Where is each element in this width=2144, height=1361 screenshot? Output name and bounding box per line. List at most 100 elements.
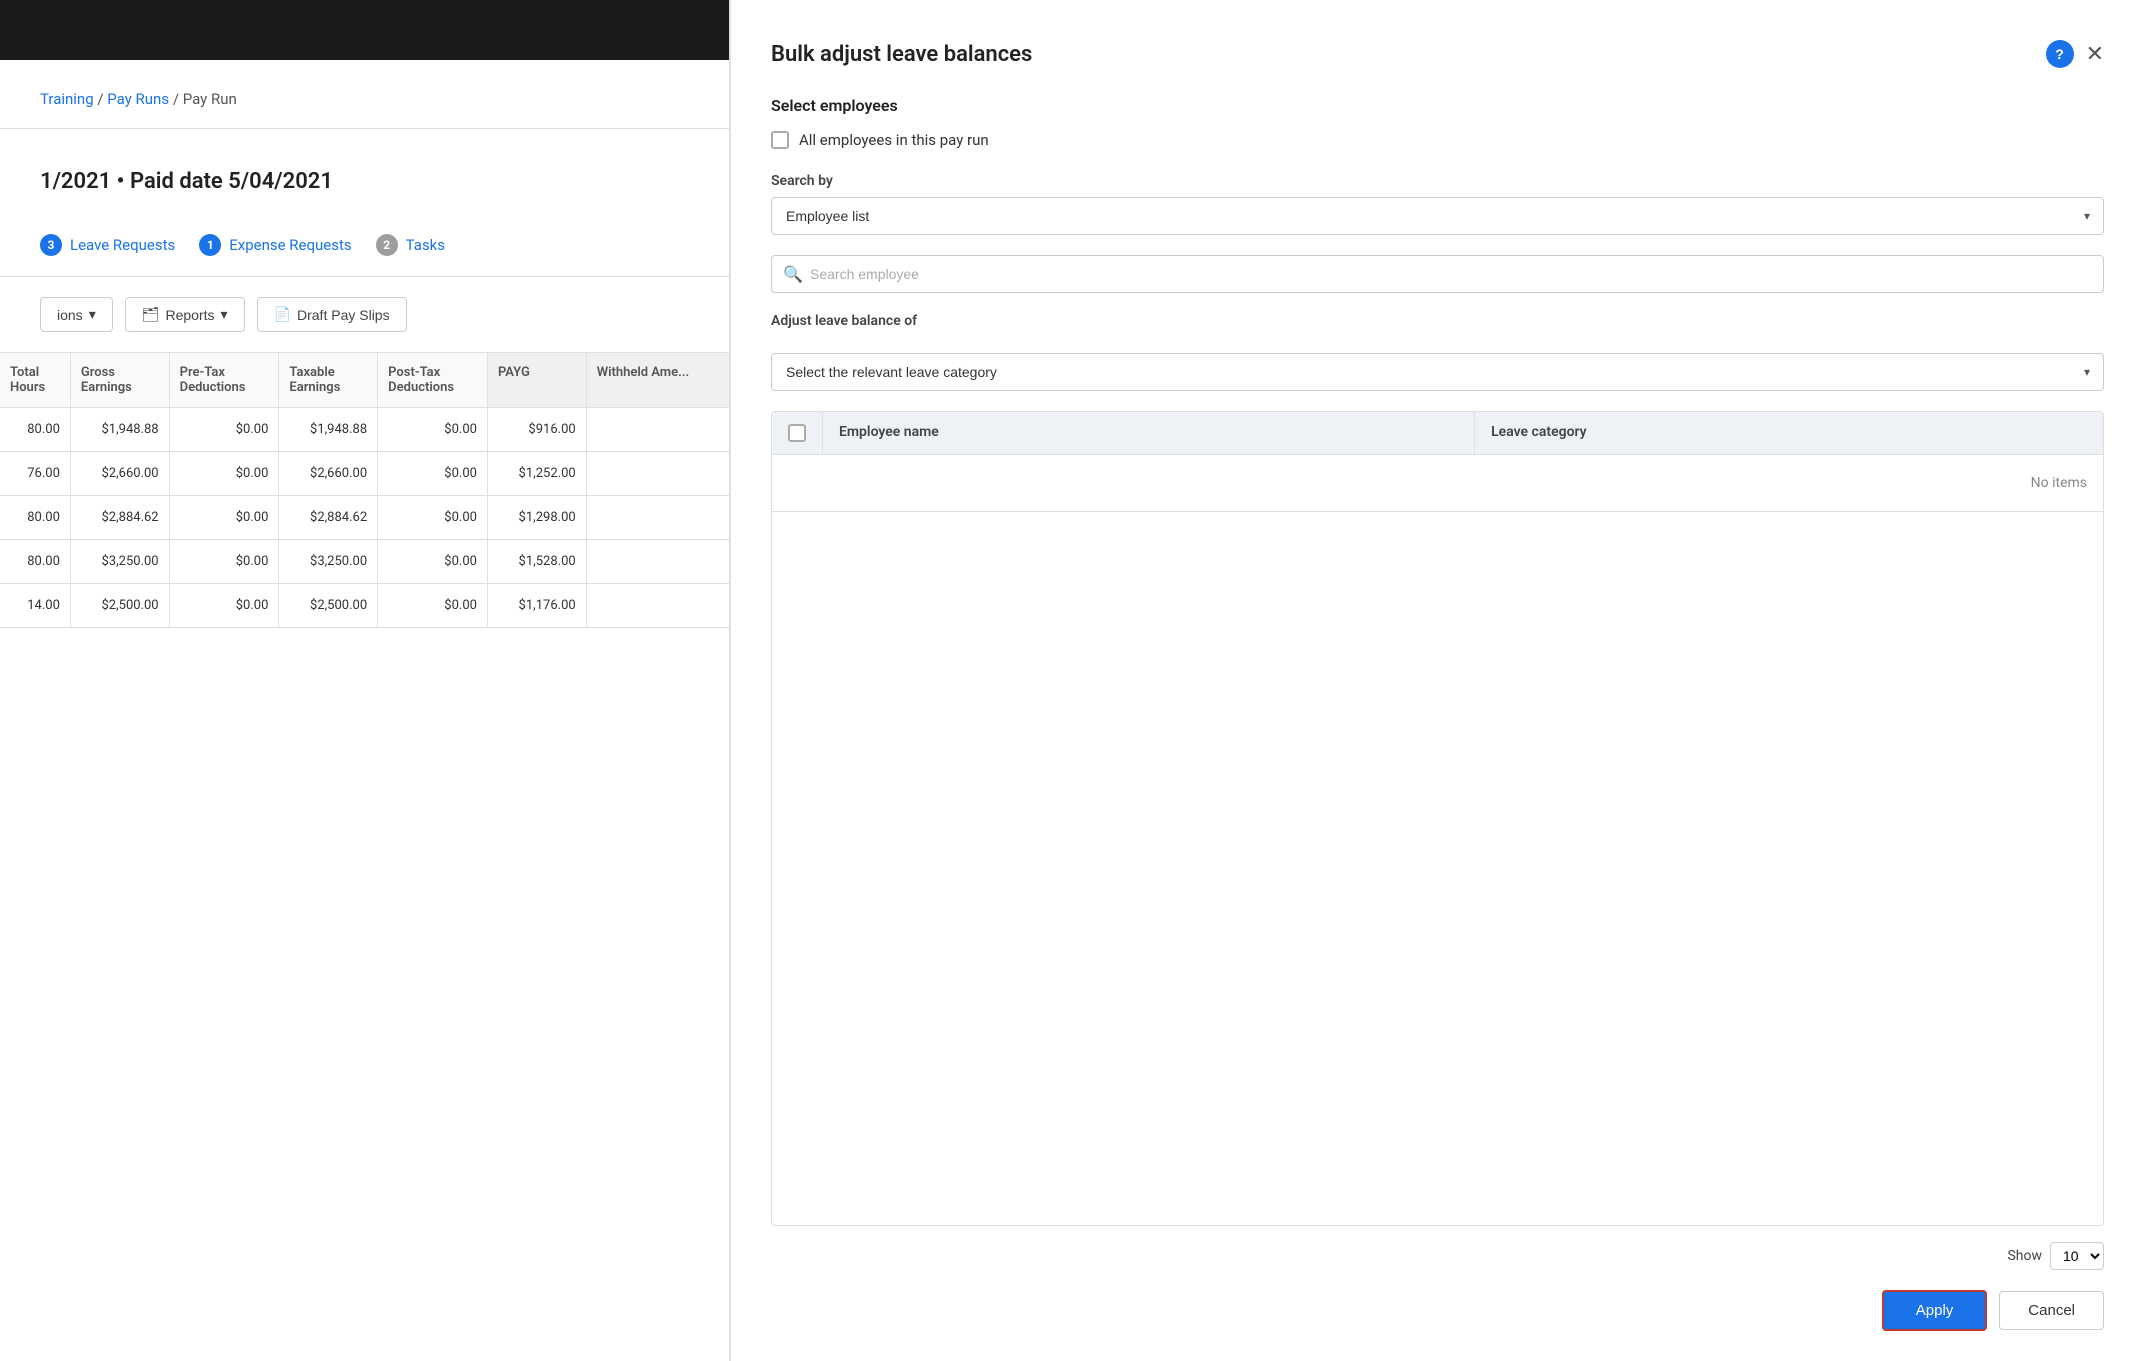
tabs-row: 3 Leave Requests 1 Expense Requests 2 Ta… bbox=[0, 214, 729, 276]
table-cell: $0.00 bbox=[169, 452, 279, 496]
table-cell: $3,250.00 bbox=[279, 540, 378, 584]
table-cell: 80.00 bbox=[0, 408, 70, 452]
pagination-select[interactable]: 102550 bbox=[2050, 1242, 2104, 1270]
table-cell bbox=[586, 452, 729, 496]
th-gross-earnings: GrossEarnings bbox=[70, 353, 169, 408]
tab-badge-leave: 3 bbox=[40, 234, 62, 256]
help-button[interactable]: ? bbox=[2046, 40, 2074, 68]
search-by-label: Search by bbox=[771, 173, 2104, 189]
search-by-select-wrapper: Employee listLocationTeam ▾ bbox=[771, 197, 2104, 235]
ions-chevron-icon: ▾ bbox=[89, 306, 96, 323]
table-cell: $3,250.00 bbox=[70, 540, 169, 584]
tab-badge-expense: 1 bbox=[199, 234, 221, 256]
select-all-checkbox[interactable] bbox=[788, 424, 806, 442]
table-cell: $2,660.00 bbox=[279, 452, 378, 496]
th-select-all bbox=[772, 412, 823, 455]
table-cell: $2,884.62 bbox=[279, 496, 378, 540]
all-employees-label: All employees in this pay run bbox=[799, 131, 989, 149]
draft-pay-slips-icon: 📄 bbox=[274, 306, 291, 323]
table-row: 80.00$1,948.88$0.00$1,948.88$0.00$916.00 bbox=[0, 408, 729, 452]
table-cell: $0.00 bbox=[378, 584, 488, 628]
leave-category-select-wrapper: Select the relevant leave category Annua… bbox=[771, 353, 2104, 391]
no-items-cell: No items bbox=[772, 455, 2103, 512]
table-cell: $2,884.62 bbox=[70, 496, 169, 540]
no-items-row: No items bbox=[772, 455, 2103, 512]
table-cell: $0.00 bbox=[378, 452, 488, 496]
ions-button[interactable]: ions ▾ bbox=[40, 297, 113, 332]
table-cell: $0.00 bbox=[169, 408, 279, 452]
tab-label-tasks: Tasks bbox=[406, 236, 445, 254]
close-button[interactable]: ✕ bbox=[2086, 43, 2104, 65]
table-cell: $1,252.00 bbox=[487, 452, 586, 496]
table-cell: $916.00 bbox=[487, 408, 586, 452]
modal-header-actions: ? ✕ bbox=[2046, 40, 2104, 68]
tab-label-expense: Expense Requests bbox=[229, 236, 351, 254]
bulk-adjust-modal: Bulk adjust leave balances ? ✕ Select em… bbox=[730, 0, 2144, 1361]
search-icon: 🔍 bbox=[783, 265, 803, 284]
draft-pay-slips-label: Draft Pay Slips bbox=[297, 307, 390, 323]
ions-label: ions bbox=[57, 307, 83, 323]
breadcrumb-pay-run: Pay Run bbox=[183, 90, 237, 108]
search-by-select[interactable]: Employee listLocationTeam bbox=[771, 197, 2104, 235]
draft-pay-slips-button[interactable]: 📄 Draft Pay Slips bbox=[257, 297, 407, 332]
th-withheld: Withheld Ame... bbox=[586, 353, 729, 408]
table-row: 80.00$3,250.00$0.00$3,250.00$0.00$1,528.… bbox=[0, 540, 729, 584]
th-employee-name: Employee name bbox=[823, 412, 1475, 455]
table-row: 80.00$2,884.62$0.00$2,884.62$0.00$1,298.… bbox=[0, 496, 729, 540]
left-panel: Training / Pay Runs / Pay Run 1/2021 • P… bbox=[0, 0, 730, 1361]
th-pre-tax: Pre-TaxDeductions bbox=[169, 353, 279, 408]
apply-button[interactable]: Apply bbox=[1882, 1290, 1988, 1331]
search-wrapper: 🔍 bbox=[771, 255, 2104, 293]
tab-expense-requests[interactable]: 1 Expense Requests bbox=[199, 234, 351, 256]
th-total-hours: TotalHours bbox=[0, 353, 70, 408]
pay-date: 1/2021 • Paid date 5/04/2021 bbox=[0, 149, 729, 214]
modal-employee-table: Employee name Leave category No items bbox=[772, 412, 2103, 512]
breadcrumb: Training / Pay Runs / Pay Run bbox=[0, 60, 729, 128]
table-cell: $2,500.00 bbox=[70, 584, 169, 628]
search-employee-input[interactable] bbox=[771, 255, 2104, 293]
th-post-tax: Post-TaxDeductions bbox=[378, 353, 488, 408]
tab-label-leave: Leave Requests bbox=[70, 236, 175, 254]
table-cell: $1,298.00 bbox=[487, 496, 586, 540]
breadcrumb-sep2: / bbox=[173, 90, 183, 108]
reports-button[interactable]: 🗂 Reports ▾ bbox=[125, 297, 245, 332]
modal-title: Bulk adjust leave balances bbox=[771, 42, 1032, 67]
table-cell: $1,948.88 bbox=[279, 408, 378, 452]
all-employees-row: All employees in this pay run bbox=[771, 131, 2104, 149]
table-cell: 80.00 bbox=[0, 540, 70, 584]
select-employees-title: Select employees bbox=[771, 96, 2104, 115]
breadcrumb-training[interactable]: Training bbox=[40, 90, 94, 108]
modal-table-wrapper: Employee name Leave category No items bbox=[771, 411, 2104, 1226]
tab-tasks[interactable]: 2 Tasks bbox=[376, 234, 445, 256]
all-employees-checkbox[interactable] bbox=[771, 131, 789, 149]
table-cell: 76.00 bbox=[0, 452, 70, 496]
breadcrumb-sep1: / bbox=[97, 90, 107, 108]
modal-footer: Apply Cancel bbox=[771, 1290, 2104, 1331]
table-cell: $2,500.00 bbox=[279, 584, 378, 628]
table-row: 76.00$2,660.00$0.00$2,660.00$0.00$1,252.… bbox=[0, 452, 729, 496]
table-cell: $0.00 bbox=[169, 584, 279, 628]
breadcrumb-pay-runs[interactable]: Pay Runs bbox=[107, 90, 169, 108]
tab-leave-requests[interactable]: 3 Leave Requests bbox=[40, 234, 175, 256]
divider-1 bbox=[0, 128, 729, 129]
table-cell: $0.00 bbox=[378, 496, 488, 540]
table-cell bbox=[586, 584, 729, 628]
table-cell: $1,528.00 bbox=[487, 540, 586, 584]
top-bar bbox=[0, 0, 729, 60]
adjust-leave-label: Adjust leave balance of bbox=[771, 313, 2104, 329]
cancel-button[interactable]: Cancel bbox=[1999, 1291, 2104, 1330]
table-cell: $0.00 bbox=[169, 496, 279, 540]
reports-folder-icon: 🗂 bbox=[142, 306, 160, 323]
table-cell: $0.00 bbox=[169, 540, 279, 584]
reports-chevron-icon: ▾ bbox=[221, 306, 228, 323]
table-cell: $1,948.88 bbox=[70, 408, 169, 452]
table-cell bbox=[586, 540, 729, 584]
pagination-row: Show 102550 bbox=[771, 1242, 2104, 1270]
divider-2 bbox=[0, 276, 729, 277]
table-row: 14.00$2,500.00$0.00$2,500.00$0.00$1,176.… bbox=[0, 584, 729, 628]
leave-category-select[interactable]: Select the relevant leave category Annua… bbox=[771, 353, 2104, 391]
table-cell: $0.00 bbox=[378, 540, 488, 584]
table-cell bbox=[586, 496, 729, 540]
table-cell: 80.00 bbox=[0, 496, 70, 540]
th-taxable: TaxableEarnings bbox=[279, 353, 378, 408]
